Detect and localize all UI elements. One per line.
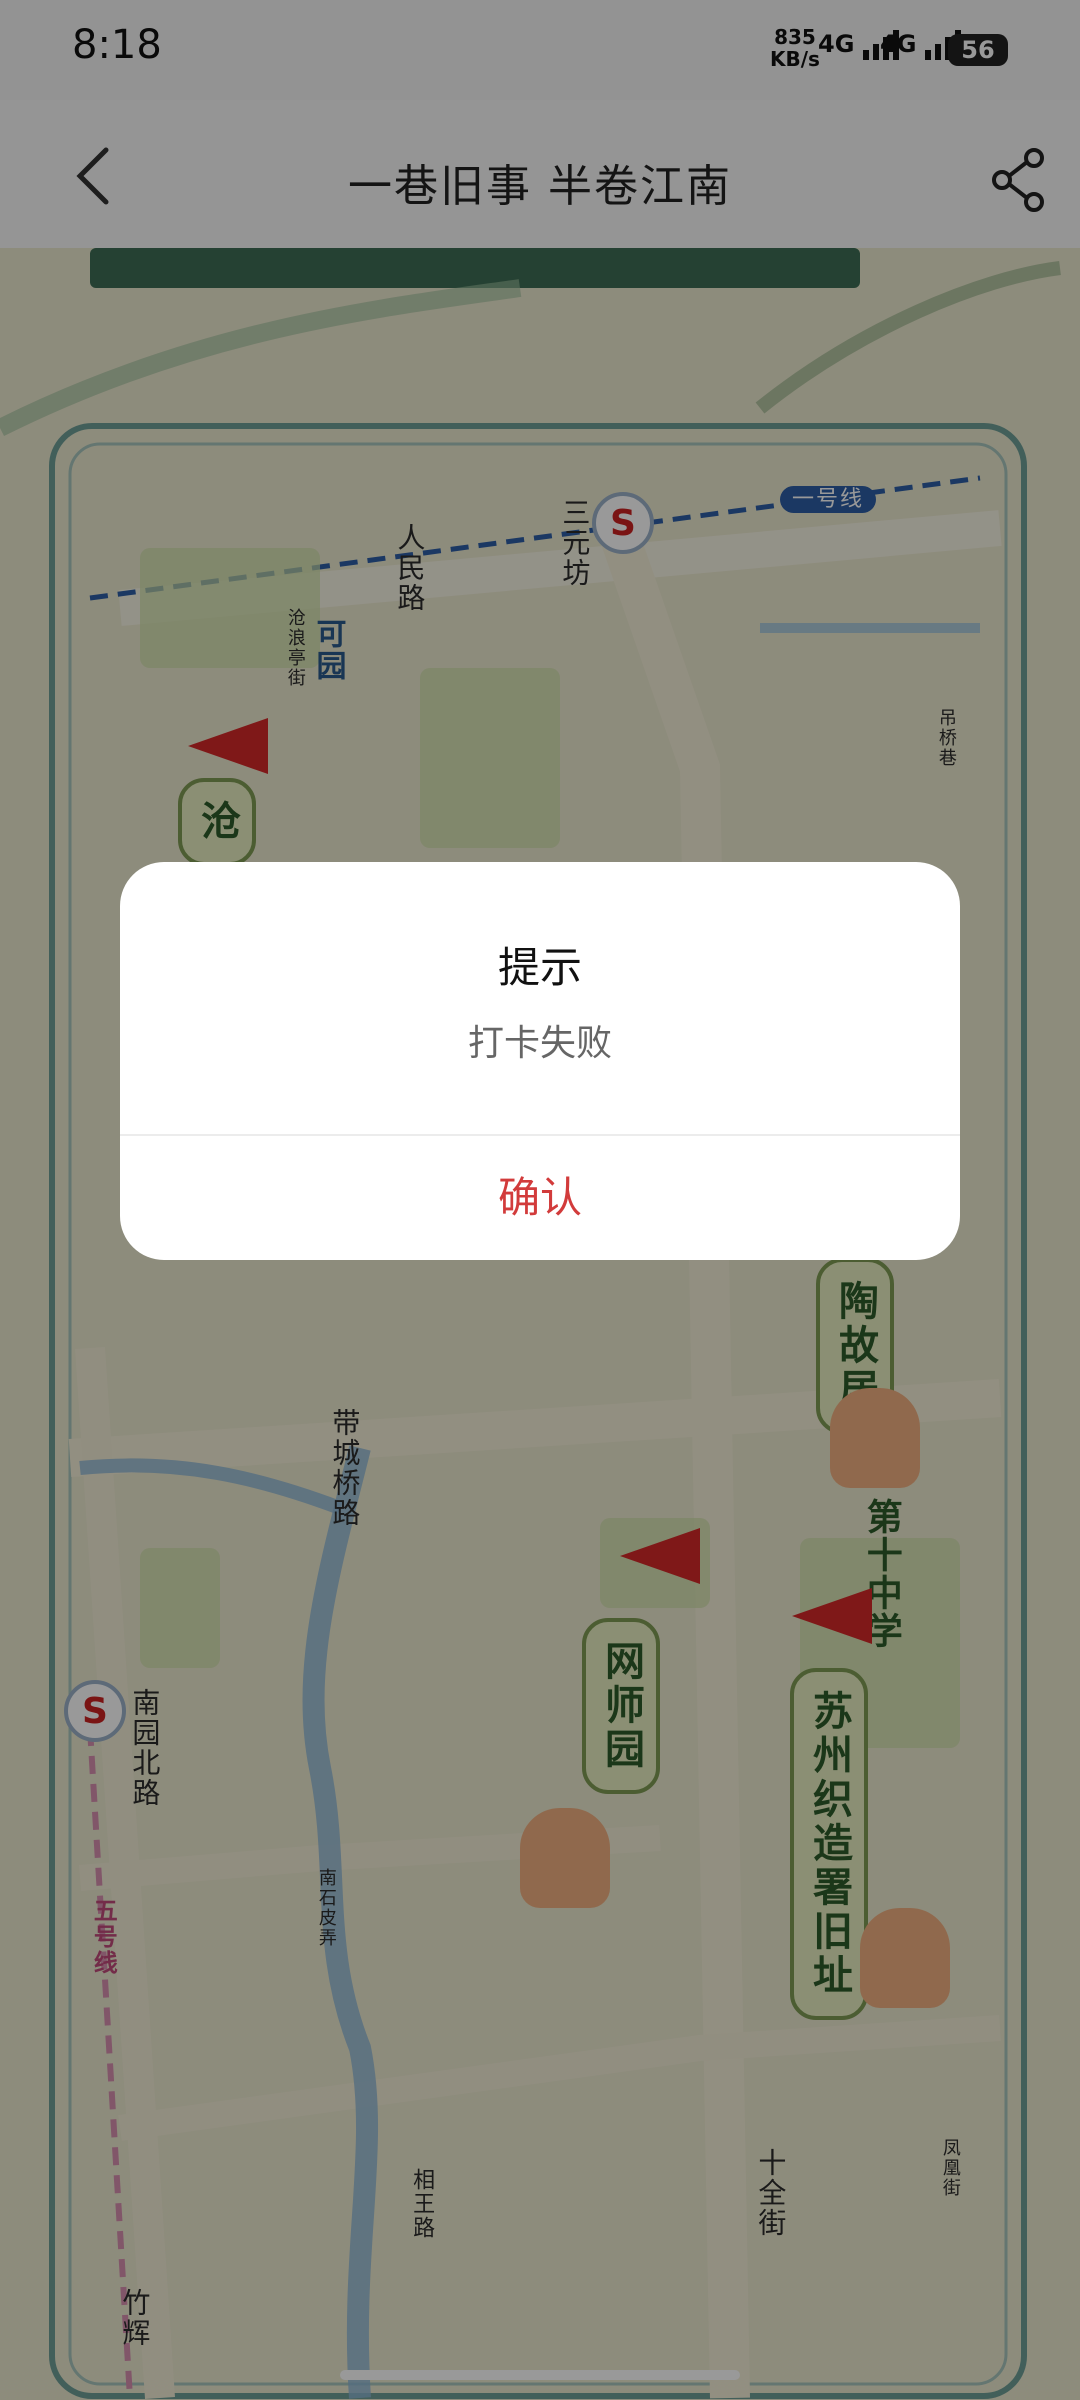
confirm-button[interactable]: 确认 — [120, 1136, 960, 1260]
dialog-message: 打卡失败 — [467, 1023, 612, 1064]
dialog-title: 提示 — [497, 943, 582, 992]
alert-dialog: 提示 打卡失败 确认 — [120, 862, 960, 1260]
